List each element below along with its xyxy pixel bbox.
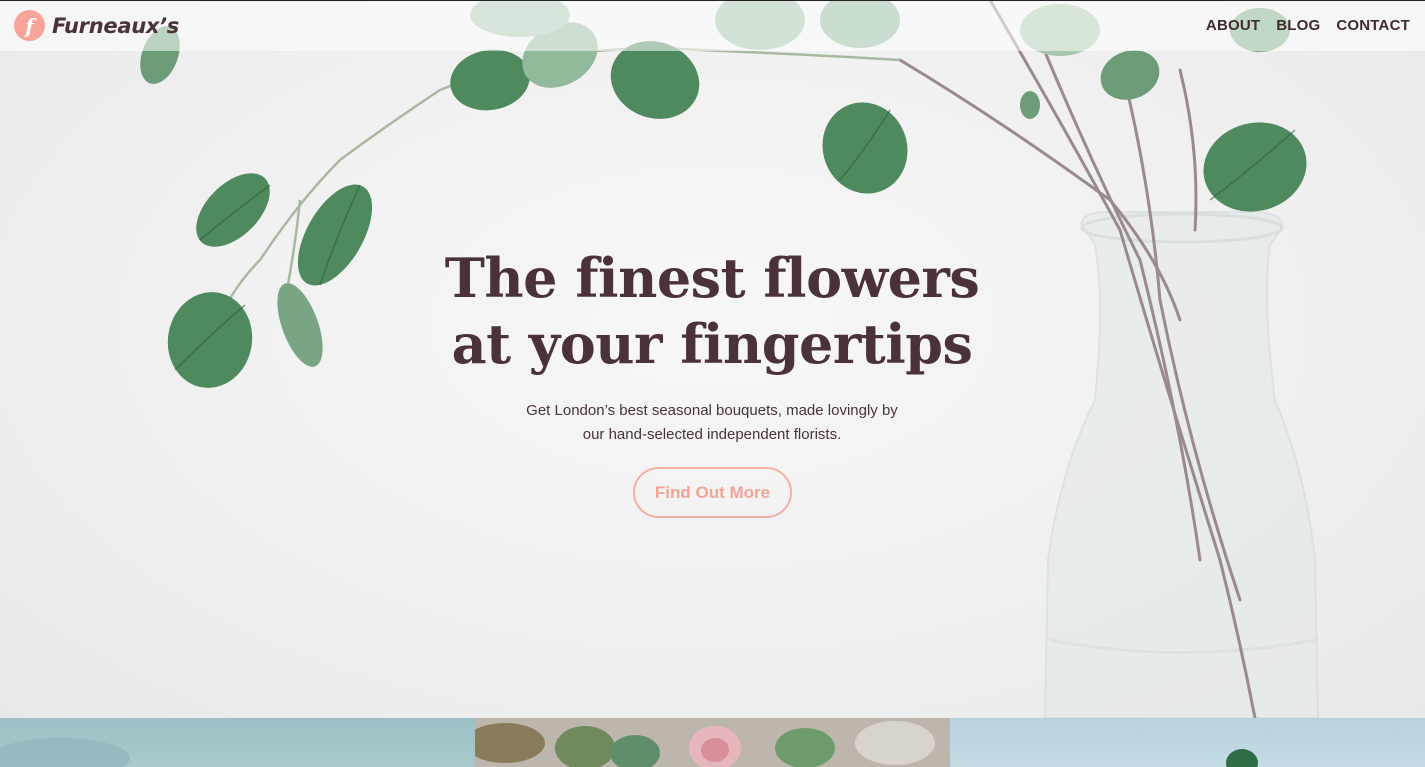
brand-name: Furneaux’s: [52, 13, 179, 38]
light-blue-plant-image: [1226, 749, 1258, 767]
hero-headline-line-2: at your fingertips: [451, 312, 973, 376]
flower-bouquet-image: [475, 718, 950, 767]
gallery-image-bouquet: [475, 718, 950, 767]
gallery-image-teal-flower: [0, 718, 475, 767]
gallery-image-light-blue-plant: [950, 718, 1425, 767]
nav-link-blog[interactable]: BLOG: [1276, 17, 1320, 34]
hero-subtext: Get London’s best seasonal bouquets, mad…: [462, 399, 962, 447]
hero-headline-line-1: The finest flowers: [444, 246, 980, 310]
find-out-more-button[interactable]: Find Out More: [633, 467, 792, 518]
brand-logo[interactable]: f Furneaux’s: [14, 10, 179, 41]
hero-subtext-line-2: our hand-selected independent florists.: [582, 426, 842, 443]
teal-flower-image: [0, 738, 130, 767]
top-navbar: f Furneaux’s ABOUT BLOG CONTACT: [0, 0, 1425, 51]
hero-subtext-line-1: Get London’s best seasonal bouquets, mad…: [526, 402, 898, 419]
main-nav: ABOUT BLOG CONTACT: [1206, 17, 1410, 34]
logo-icon: f: [14, 10, 45, 41]
hero-headline: The finest flowers at your fingertips: [362, 245, 1062, 377]
nav-link-about[interactable]: ABOUT: [1206, 17, 1260, 34]
nav-link-contact[interactable]: CONTACT: [1336, 17, 1410, 34]
